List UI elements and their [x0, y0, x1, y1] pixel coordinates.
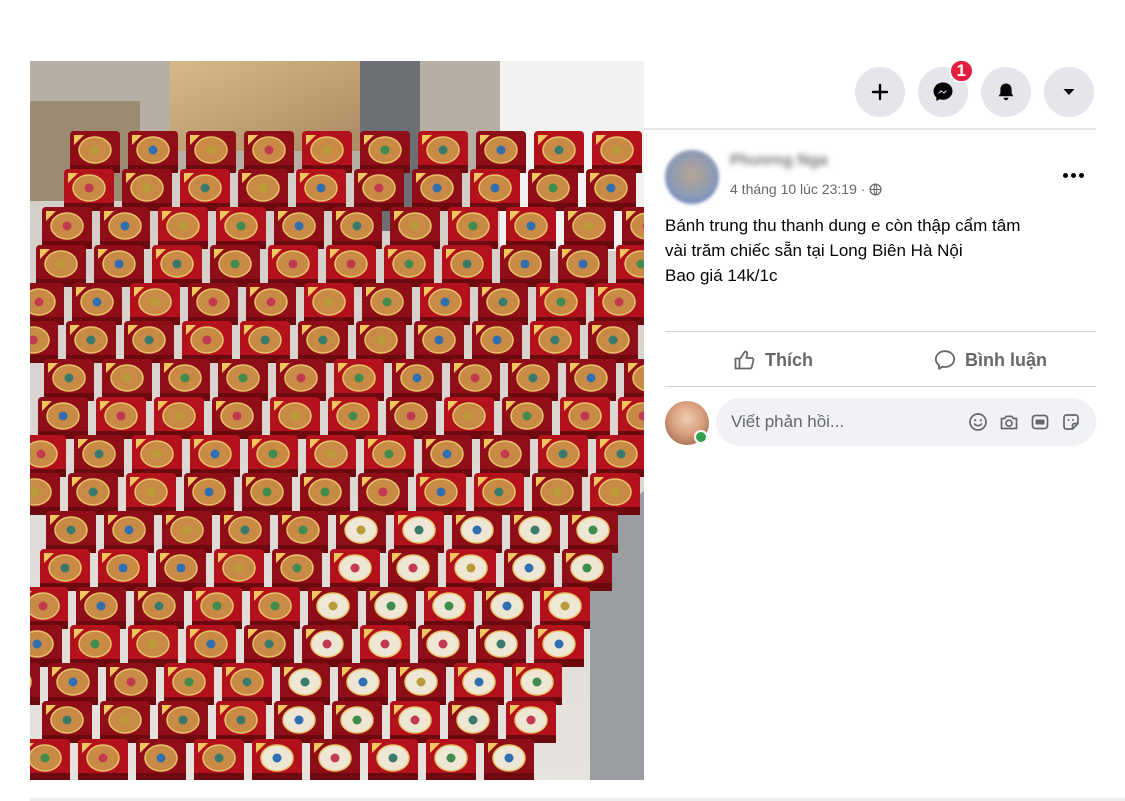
- gif-icon[interactable]: [1029, 411, 1051, 433]
- emoji-icon[interactable]: [967, 411, 989, 433]
- comment-label: Bình luận: [965, 349, 1047, 370]
- reply-input[interactable]: [731, 412, 967, 432]
- plus-icon: [871, 83, 889, 101]
- thumbs-up-icon: [734, 350, 755, 370]
- account-menu-button[interactable]: [1044, 67, 1094, 117]
- actions-bottom-divider: [665, 386, 1096, 387]
- comment-button[interactable]: Bình luận: [933, 340, 1047, 380]
- camera-icon[interactable]: [998, 411, 1020, 433]
- notifications-button[interactable]: [981, 67, 1031, 117]
- comment-icon: [934, 350, 956, 370]
- bell-icon: [998, 83, 1014, 101]
- post-text-line: Bánh trung thu thanh dung e còn thập cẩm…: [665, 216, 1021, 235]
- post-text-line: vài trăm chiếc sẵn tại Long Biên Hà Nội: [665, 241, 963, 260]
- create-button[interactable]: [855, 67, 905, 117]
- post-photo[interactable]: [30, 61, 644, 780]
- caret-down-icon: [1063, 89, 1075, 95]
- header-divider: [644, 128, 1096, 130]
- post-text: Bánh trung thu thanh dung e còn thập cẩm…: [665, 213, 1095, 288]
- messenger-badge: 1: [948, 59, 974, 83]
- author-avatar[interactable]: [665, 150, 719, 204]
- online-status-indicator: [694, 430, 708, 444]
- messenger-button[interactable]: 1: [918, 59, 974, 117]
- mooncake-photo-image: [30, 61, 644, 780]
- like-button[interactable]: Thích: [733, 340, 813, 380]
- post-timestamp[interactable]: 4 tháng 10 lúc 23:19 ·: [730, 181, 865, 197]
- sticker-icon[interactable]: [1060, 411, 1082, 433]
- reply-icons: [967, 411, 1082, 433]
- post-meta: 4 tháng 10 lúc 23:19 ·: [730, 181, 882, 197]
- actions-top-divider: [665, 331, 1096, 332]
- messenger-icon: [933, 82, 953, 101]
- post-more-button[interactable]: [1058, 163, 1088, 187]
- author-name[interactable]: Phương Nga: [730, 152, 828, 170]
- like-label: Thích: [765, 349, 813, 370]
- post-text-line: Bao giá 14k/1c: [665, 266, 778, 285]
- more-dots-icon: [1062, 172, 1068, 178]
- reply-box: [716, 398, 1096, 446]
- globe-icon: [869, 182, 882, 196]
